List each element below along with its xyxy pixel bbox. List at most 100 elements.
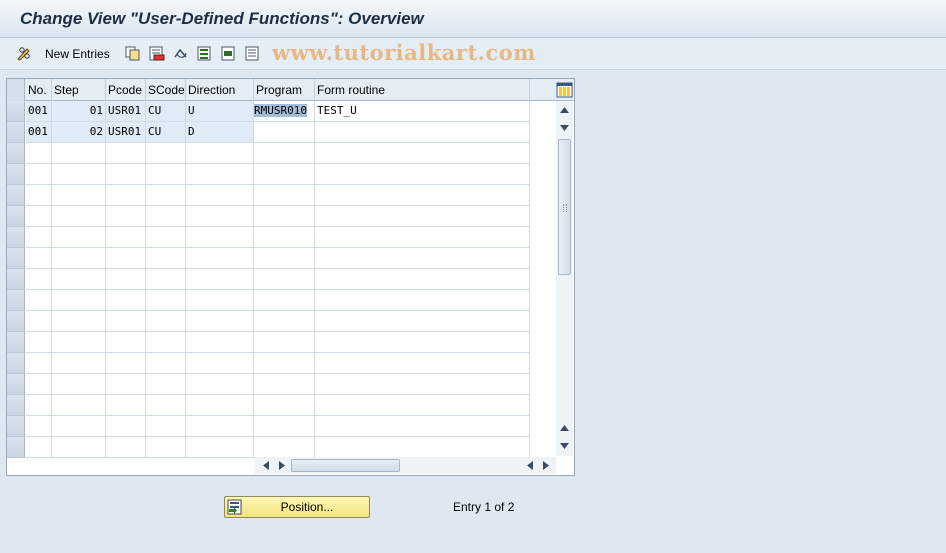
- empty-cell: [52, 353, 106, 374]
- empty-cell: [254, 164, 315, 185]
- row-selector[interactable]: [7, 416, 25, 437]
- empty-cell: [315, 227, 530, 248]
- position-button[interactable]: Position...: [224, 496, 370, 518]
- scroll-right-icon[interactable]: [275, 458, 289, 472]
- empty-cell: [146, 374, 186, 395]
- empty-cell: [254, 143, 315, 164]
- empty-cell: [52, 332, 106, 353]
- cell-form-routine[interactable]: [315, 122, 530, 143]
- empty-cell: [26, 332, 52, 353]
- cell-program[interactable]: [254, 122, 315, 143]
- empty-cell: [315, 353, 530, 374]
- empty-table-row: [7, 248, 530, 269]
- empty-cell: [26, 164, 52, 185]
- cell-program[interactable]: RMUSR010: [254, 101, 315, 122]
- empty-cell: [106, 416, 146, 437]
- scroll-down-icon[interactable]: [556, 421, 573, 435]
- table-settings-icon[interactable]: [556, 82, 573, 98]
- select-all-icon[interactable]: [196, 45, 213, 62]
- empty-cell: [315, 164, 530, 185]
- empty-cell: [106, 332, 146, 353]
- watermark: www.tutorialkart.com: [272, 40, 536, 65]
- row-selector[interactable]: [7, 374, 25, 395]
- row-selector[interactable]: [7, 332, 25, 353]
- empty-table-row: [7, 164, 530, 185]
- empty-cell: [26, 269, 52, 290]
- delete-icon[interactable]: [148, 45, 165, 62]
- empty-cell: [254, 269, 315, 290]
- empty-cell: [315, 395, 530, 416]
- scroll-up-icon[interactable]: [556, 121, 573, 135]
- scroll-left-icon[interactable]: [259, 458, 273, 472]
- cell-pcode: USR01: [106, 101, 146, 122]
- empty-cell: [254, 290, 315, 311]
- table-control: No. Step Pcode SCode Direction Program F…: [6, 78, 575, 476]
- row-selector[interactable]: [7, 353, 25, 374]
- empty-cell: [186, 248, 254, 269]
- row-selector[interactable]: [7, 395, 25, 416]
- column-header-pcode[interactable]: Pcode: [106, 79, 146, 101]
- scroll-page-up-icon[interactable]: [556, 103, 573, 117]
- empty-cell: [254, 248, 315, 269]
- row-selector[interactable]: [7, 143, 25, 164]
- column-header-step[interactable]: Step: [52, 79, 106, 101]
- empty-cell: [52, 311, 106, 332]
- row-selector[interactable]: [7, 122, 25, 143]
- empty-cell: [26, 185, 52, 206]
- application-toolbar: New Entries www.tutorialkart.com: [0, 38, 946, 70]
- empty-cell: [315, 332, 530, 353]
- select-block-icon[interactable]: [220, 45, 237, 62]
- row-selector[interactable]: [7, 437, 25, 458]
- empty-table-row: [7, 227, 530, 248]
- column-header-program[interactable]: Program: [254, 79, 315, 101]
- empty-cell: [254, 437, 315, 458]
- empty-cell: [146, 311, 186, 332]
- empty-table-row: [7, 311, 530, 332]
- undo-icon[interactable]: [172, 45, 189, 62]
- empty-cell: [146, 206, 186, 227]
- scroll-far-right-icon[interactable]: [539, 458, 553, 472]
- empty-cell: [315, 143, 530, 164]
- row-selector[interactable]: [7, 311, 25, 332]
- cell-form-routine[interactable]: TEST_U: [315, 101, 530, 122]
- empty-cell: [186, 374, 254, 395]
- vertical-scroll-thumb[interactable]: [558, 139, 571, 275]
- column-header-no[interactable]: No.: [26, 79, 52, 101]
- empty-table-row: [7, 374, 530, 395]
- empty-cell: [106, 395, 146, 416]
- empty-cell: [146, 437, 186, 458]
- row-selector[interactable]: [7, 164, 25, 185]
- vertical-scrollbar[interactable]: [556, 101, 573, 456]
- horizontal-scrollbar[interactable]: [255, 457, 556, 474]
- row-selector[interactable]: [7, 290, 25, 311]
- copy-icon[interactable]: [124, 45, 141, 62]
- column-header-scode[interactable]: SCode: [146, 79, 186, 101]
- select-all-rows[interactable]: [7, 79, 25, 101]
- empty-cell: [146, 248, 186, 269]
- new-entries-button[interactable]: New Entries: [45, 47, 110, 61]
- row-selector[interactable]: [7, 269, 25, 290]
- deselect-all-icon[interactable]: [244, 45, 261, 62]
- empty-cell: [106, 227, 146, 248]
- row-selector[interactable]: [7, 248, 25, 269]
- column-header-direction[interactable]: Direction: [186, 79, 254, 101]
- empty-cell: [146, 353, 186, 374]
- row-selector[interactable]: [7, 227, 25, 248]
- horizontal-scroll-thumb[interactable]: [291, 459, 400, 472]
- scroll-page-down-icon[interactable]: [556, 439, 573, 453]
- row-selector[interactable]: [7, 206, 25, 227]
- empty-cell: [146, 290, 186, 311]
- empty-cell: [106, 353, 146, 374]
- empty-cell: [254, 395, 315, 416]
- pencil-glasses-icon[interactable]: [16, 45, 33, 62]
- row-selector[interactable]: [7, 101, 25, 122]
- scroll-far-left-icon[interactable]: [523, 458, 537, 472]
- empty-cell: [106, 248, 146, 269]
- cell-scode: CU: [146, 101, 186, 122]
- empty-cell: [52, 416, 106, 437]
- empty-cell: [186, 269, 254, 290]
- row-selector[interactable]: [7, 185, 25, 206]
- empty-cell: [146, 164, 186, 185]
- empty-cell: [106, 290, 146, 311]
- column-header-form-routine[interactable]: Form routine: [315, 79, 530, 101]
